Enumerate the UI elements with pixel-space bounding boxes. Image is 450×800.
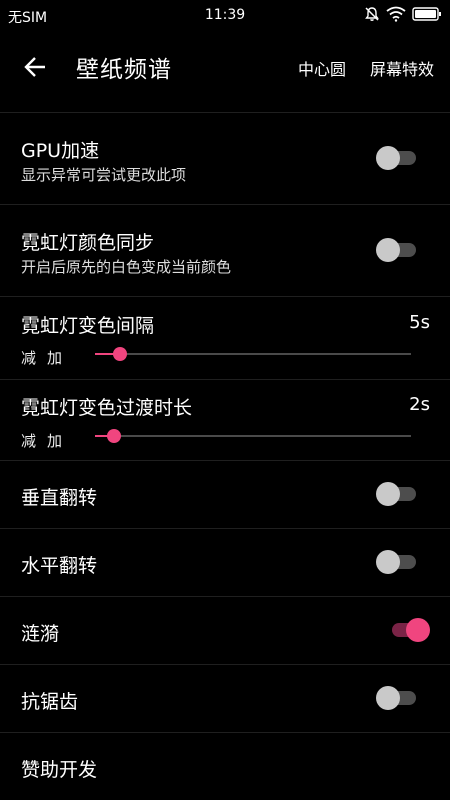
ripple-label: 涟漪 [21, 623, 60, 645]
neon-interval-value: 5s [409, 312, 430, 333]
sponsor-row[interactable]: 赞助开发 [0, 733, 450, 800]
toggle-knob [406, 618, 430, 642]
neon-interval-decrease[interactable]: 减 [21, 347, 36, 368]
wifi-icon [386, 6, 406, 22]
neon-transition-row: 霓虹灯变色过渡时长 2s 减 加 [0, 380, 450, 460]
neon-interval-slider[interactable] [95, 344, 411, 364]
screen-effects-button[interactable]: 屏幕特效 [370, 56, 434, 80]
sponsor-label: 赞助开发 [21, 759, 98, 781]
antialias-label: 抗锯齿 [21, 691, 79, 713]
gpu-accel-label: GPU加速 [21, 140, 100, 162]
slider-rail [95, 435, 411, 437]
toggle-knob [376, 550, 400, 574]
page-title: 壁纸频谱 [76, 57, 172, 83]
neon-sync-toggle[interactable] [376, 238, 420, 262]
mute-icon [365, 7, 379, 21]
vertical-flip-label: 垂直翻转 [21, 487, 98, 509]
antialias-row[interactable]: 抗锯齿 [0, 665, 450, 732]
battery-icon [412, 7, 441, 21]
horizontal-flip-toggle[interactable] [376, 550, 420, 574]
neon-transition-slider[interactable] [95, 426, 411, 446]
toggle-knob [376, 146, 400, 170]
slider-thumb[interactable] [106, 429, 121, 443]
neon-interval-label: 霓虹灯变色间隔 [21, 315, 155, 337]
horizontal-flip-label: 水平翻转 [21, 555, 98, 577]
status-icons [364, 6, 442, 22]
app-bar: 壁纸频谱 中心圆 屏幕特效 [0, 32, 450, 102]
horizontal-flip-row[interactable]: 水平翻转 [0, 529, 450, 596]
neon-transition-value: 2s [409, 394, 430, 415]
toggle-knob [376, 238, 400, 262]
center-circle-button[interactable]: 中心圆 [298, 56, 346, 80]
vertical-flip-toggle[interactable] [376, 482, 420, 506]
neon-sync-description: 开启后原先的白色变成当前颜色 [21, 258, 232, 276]
back-button[interactable] [18, 52, 52, 82]
gpu-accel-description: 显示异常可尝试更改此项 [21, 166, 187, 184]
slider-thumb[interactable] [113, 347, 128, 361]
ripple-row[interactable]: 涟漪 [0, 597, 450, 664]
neon-sync-row[interactable]: 霓虹灯颜色同步 开启后原先的白色变成当前颜色 [0, 205, 450, 295]
neon-sync-label: 霓虹灯颜色同步 [21, 232, 155, 254]
neon-transition-label: 霓虹灯变色过渡时长 [21, 397, 193, 419]
gpu-accel-row[interactable]: GPU加速 显示异常可尝试更改此项 [0, 113, 450, 203]
neon-transition-increase[interactable]: 加 [47, 430, 62, 451]
neon-interval-row: 霓虹灯变色间隔 5s 减 加 [0, 297, 450, 379]
neon-transition-decrease[interactable]: 减 [21, 430, 36, 451]
slider-rail [95, 353, 411, 355]
back-arrow-icon [24, 57, 45, 77]
neon-interval-increase[interactable]: 加 [47, 347, 62, 368]
gpu-accel-toggle[interactable] [376, 146, 420, 170]
toggle-knob [376, 482, 400, 506]
antialias-toggle[interactable] [376, 686, 420, 710]
toggle-knob [376, 686, 400, 710]
vertical-flip-row[interactable]: 垂直翻转 [0, 461, 450, 528]
ripple-toggle[interactable] [386, 618, 430, 642]
status-bar: 无SIM 11:39 [0, 0, 450, 32]
